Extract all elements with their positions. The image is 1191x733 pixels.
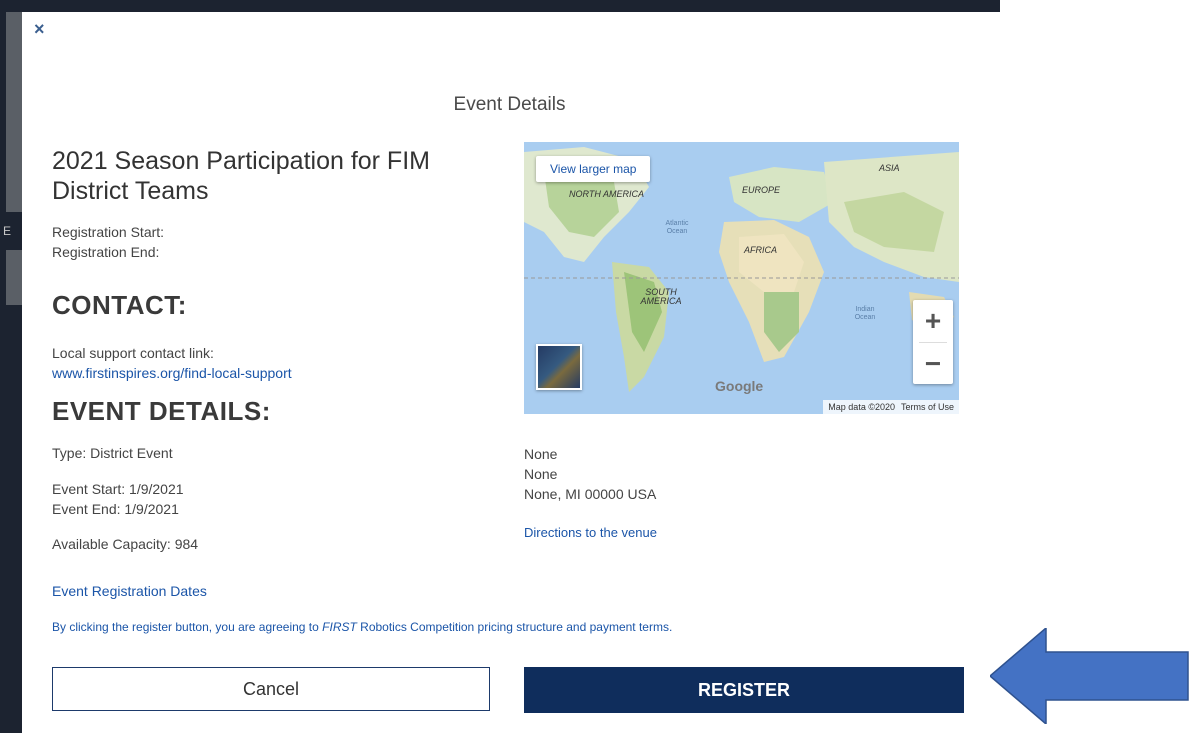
terms-of-use-link[interactable]: Terms of Use [901,402,954,412]
registration-dates: Registration Start: Registration End: [52,222,164,262]
venue-line-1: None [524,446,558,462]
backdrop-stripe [6,12,22,212]
close-icon[interactable]: × [34,20,45,38]
backdrop-left-strip: E [0,0,22,733]
event-name: 2021 Season Participation for FIM Distri… [52,147,430,205]
venue-address: None None None, MI 00000 USA [524,444,656,504]
agreement-text: By clicking the register button, you are… [52,620,672,634]
view-larger-map-button[interactable]: View larger map [536,156,651,182]
event-type: Type: District Event [52,445,173,461]
agreement-suffix: Robotics Competition pricing structure a… [356,620,673,634]
directions-link[interactable]: Directions to the venue [524,525,657,540]
modal-title: Event Details [453,94,566,115]
venue-line-3: None, MI 00000 USA [524,486,657,502]
backdrop-top-strip [0,0,1000,12]
map-label-europe: EUROPE [742,185,781,195]
map-label-north-america: NORTH AMERICA [569,189,645,199]
agreement-emphasis: FIRST [322,620,357,634]
map-label-indian-ocean: Indian Ocean [854,306,876,321]
world-map-graphic [524,147,959,392]
contact-heading: CONTACT: [52,290,187,320]
map-zoom-controls: + − [913,300,953,384]
event-details-heading: EVENT DETAILS: [52,396,271,426]
venue-line-2: None [524,466,558,482]
event-start: Event Start: 1/9/2021 [52,481,184,497]
available-capacity: Available Capacity: 984 [52,536,199,552]
event-end: Event End: 1/9/2021 [52,501,179,517]
contact-link[interactable]: www.firstinspires.org/find-local-support [52,365,292,381]
agreement-prefix: By clicking the register button, you are… [52,620,323,634]
google-logo: Google [715,378,764,394]
registration-end: Registration End: [52,244,160,260]
map-label-atlantic-ocean: Atlantic Ocean [665,220,689,235]
contact-label: Local support contact link: [52,345,214,361]
cancel-button[interactable]: Cancel [52,667,490,711]
map-attribution: Map data ©2020 Terms of Use [823,400,959,414]
map-label-asia: ASIA [879,163,900,173]
event-details-modal: × Event Details 2021 Season Participatio… [22,12,997,733]
map-data-text: Map data ©2020 [828,402,895,412]
satellite-view-toggle[interactable] [536,344,582,390]
zoom-out-button[interactable]: − [913,343,953,385]
left-arrow-icon [990,628,1189,724]
backdrop-ghost-text: E [3,224,12,238]
event-registration-dates-link[interactable]: Event Registration Dates [52,583,207,599]
venue-map[interactable]: NORTH AMERICA EUROPE AFRICA ASIA SOUTH A… [524,142,959,414]
map-label-south-america: SOUTH AMERICA [640,287,682,306]
zoom-in-button[interactable]: + [913,300,953,342]
registration-start: Registration Start: [52,224,165,240]
map-label-africa: AFRICA [744,245,778,255]
register-button[interactable]: REGISTER [524,667,964,713]
backdrop-stripe [6,250,22,305]
